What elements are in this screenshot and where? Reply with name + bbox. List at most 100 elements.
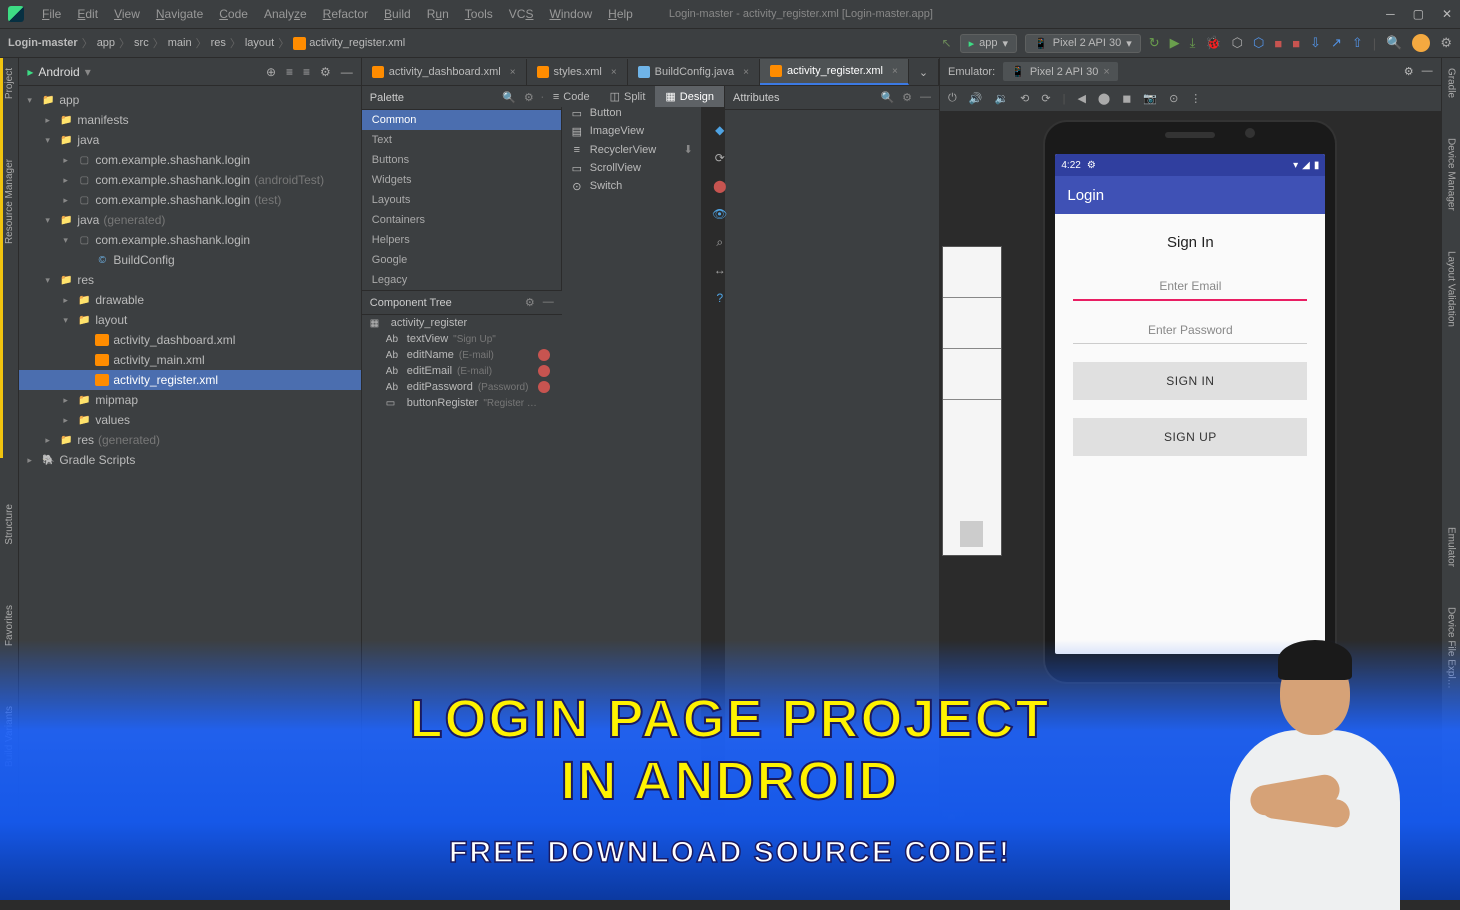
emu-volup-icon[interactable]: 🔊 bbox=[969, 92, 983, 105]
tree-row-activity-register-xml[interactable]: activity_register.xml bbox=[19, 370, 360, 390]
ct-editEmail[interactable]: AbeditEmail (E-mail) bbox=[362, 363, 562, 379]
menu-view[interactable]: View bbox=[108, 5, 146, 23]
emu-rotleft-icon[interactable]: ⟲ bbox=[1020, 92, 1029, 105]
emu-record-icon[interactable]: ⊙ bbox=[1169, 92, 1178, 105]
coverage-icon[interactable]: ⬡ bbox=[1232, 35, 1243, 51]
tree-row-com-example-shashank-login[interactable]: ▸▢com.example.shashank.login (test) bbox=[19, 190, 360, 210]
palette-cat-widgets[interactable]: Widgets bbox=[362, 170, 561, 190]
emu-power-icon[interactable]: ⏻ bbox=[948, 92, 957, 105]
tree-row-layout[interactable]: ▾📁layout bbox=[19, 310, 360, 330]
help-icon[interactable]: ? bbox=[710, 288, 730, 308]
menu-window[interactable]: Window bbox=[543, 5, 598, 23]
palette-settings-icon[interactable]: ⚙ bbox=[524, 91, 534, 104]
bc-6[interactable]: activity_register.xml bbox=[293, 37, 405, 50]
minimize-icon[interactable]: ─ bbox=[1386, 7, 1395, 21]
palette-item-recyclerview[interactable]: ≡RecyclerView⬇ bbox=[562, 140, 701, 159]
bc-2[interactable]: src bbox=[134, 37, 149, 49]
bc-0[interactable]: Login-master bbox=[8, 37, 78, 49]
run-icon[interactable]: ▶ bbox=[1170, 35, 1180, 51]
stop-icon[interactable]: ■ bbox=[1274, 36, 1282, 51]
tree-row-app[interactable]: ▾📁app bbox=[19, 90, 360, 110]
emu-home-icon[interactable]: ⬤ bbox=[1098, 92, 1110, 105]
palette-item-imageview[interactable]: ▤ImageView bbox=[562, 122, 701, 140]
collapse-all-icon[interactable]: ≡ bbox=[303, 65, 310, 79]
tree-row-activity-dashboard-xml[interactable]: activity_dashboard.xml bbox=[19, 330, 360, 350]
tree-row-mipmap[interactable]: ▸📁mipmap bbox=[19, 390, 360, 410]
attach-icon[interactable]: ⬡ bbox=[1253, 35, 1264, 51]
palette-cat-containers[interactable]: Containers bbox=[362, 210, 561, 230]
bc-3[interactable]: main bbox=[168, 37, 192, 49]
orientation-icon[interactable]: ⟳ bbox=[710, 148, 730, 168]
menu-refactor[interactable]: Refactor bbox=[317, 5, 374, 23]
rail-emulator[interactable]: Emulator bbox=[1445, 527, 1456, 567]
settings-icon[interactable]: ⚙ bbox=[1440, 35, 1452, 51]
rail-layout-validation[interactable]: Layout Validation bbox=[1445, 251, 1456, 327]
mode-split[interactable]: ◫ Split bbox=[600, 86, 656, 107]
menu-edit[interactable]: Edit bbox=[71, 5, 104, 23]
tree-row-Gradle-Scripts[interactable]: ▸🐘Gradle Scripts bbox=[19, 450, 360, 470]
attr-settings-icon[interactable]: ⚙ bbox=[902, 91, 912, 104]
more-icon[interactable]: ■ bbox=[1292, 36, 1300, 51]
tab-activity-register-xml[interactable]: activity_register.xml× bbox=[760, 59, 909, 85]
emu-rotright-icon[interactable]: ⟳ bbox=[1041, 92, 1050, 105]
rail-device-manager[interactable]: Device Manager bbox=[1445, 138, 1456, 211]
git-push-icon[interactable]: ⇧ bbox=[1352, 35, 1363, 51]
emu-screenshot-icon[interactable]: 📷 bbox=[1143, 92, 1157, 105]
bc-4[interactable]: res bbox=[211, 37, 226, 49]
tree-row-res[interactable]: ▸📁res (generated) bbox=[19, 430, 360, 450]
ct-buttonRegister[interactable]: ▭buttonRegister "Register … bbox=[362, 395, 562, 411]
tree-row-java[interactable]: ▾📁java bbox=[19, 130, 360, 150]
email-field[interactable]: Enter Email bbox=[1073, 275, 1307, 301]
tree-row-drawable[interactable]: ▸📁drawable bbox=[19, 290, 360, 310]
menu-analyze[interactable]: Analyze bbox=[258, 5, 313, 23]
emu-more-icon[interactable]: ⋮ bbox=[1190, 92, 1201, 105]
add-config-icon[interactable]: ↖ bbox=[942, 36, 952, 50]
component-tree[interactable]: ▦activity_registerAbtextView "Sign Up"Ab… bbox=[362, 315, 562, 411]
default-margin-icon[interactable]: ↔ bbox=[710, 260, 730, 280]
palette-cat-google[interactable]: Google bbox=[362, 250, 561, 270]
eye-icon[interactable]: 👁 bbox=[710, 204, 730, 224]
device-selector[interactable]: 📱Pixel 2 API 30▾ bbox=[1025, 34, 1141, 53]
ct-settings-icon[interactable]: ⚙ bbox=[525, 296, 535, 309]
layout-preview[interactable] bbox=[942, 246, 1002, 556]
rail-project[interactable]: Project bbox=[4, 68, 15, 99]
project-view-mode[interactable]: Android bbox=[38, 65, 79, 79]
tree-row-com-example-shashank-login[interactable]: ▸▢com.example.shashank.login bbox=[19, 150, 360, 170]
menu-tools[interactable]: Tools bbox=[459, 5, 499, 23]
tab-styles-xml[interactable]: styles.xml× bbox=[527, 59, 628, 85]
rail-structure[interactable]: Structure bbox=[4, 504, 15, 545]
tab-BuildConfig-java[interactable]: BuildConfig.java× bbox=[628, 59, 760, 85]
password-field[interactable]: Enter Password bbox=[1073, 319, 1307, 344]
rail-gradle[interactable]: Gradle bbox=[1445, 68, 1456, 98]
maximize-icon[interactable]: ▢ bbox=[1413, 7, 1424, 21]
git-update-icon[interactable]: ⇩ bbox=[1310, 35, 1321, 51]
emu-settings-icon[interactable]: ⚙ bbox=[1404, 65, 1414, 78]
ct-hide-icon[interactable]: — bbox=[543, 296, 554, 309]
profile-icon[interactable]: 🐞 bbox=[1205, 35, 1221, 51]
emu-hide-icon[interactable]: — bbox=[1422, 65, 1433, 78]
menu-run[interactable]: Run bbox=[421, 5, 455, 23]
palette-cat-text[interactable]: Text bbox=[362, 130, 561, 150]
bc-1[interactable]: app bbox=[97, 37, 115, 49]
debug-icon[interactable]: ⤓ bbox=[1190, 35, 1196, 51]
palette-cat-layouts[interactable]: Layouts bbox=[362, 190, 561, 210]
tree-row-activity-main-xml[interactable]: activity_main.xml bbox=[19, 350, 360, 370]
tab-activity-dashboard-xml[interactable]: activity_dashboard.xml× bbox=[362, 59, 527, 85]
mode-design[interactable]: ▦ Design bbox=[655, 86, 724, 107]
close-icon[interactable]: ✕ bbox=[1442, 7, 1452, 21]
tree-row-java[interactable]: ▾📁java (generated) bbox=[19, 210, 360, 230]
palette-search-icon[interactable]: 🔍 bbox=[502, 91, 516, 104]
menu-navigate[interactable]: Navigate bbox=[150, 5, 209, 23]
emulator-tab[interactable]: 📱Pixel 2 API 30× bbox=[1003, 62, 1118, 81]
tabs-dropdown[interactable]: ⌄ bbox=[909, 59, 939, 85]
palette-cat-common[interactable]: Common bbox=[362, 110, 561, 130]
pane-settings-icon[interactable]: ⚙ bbox=[320, 65, 331, 79]
attr-hide-icon[interactable]: — bbox=[920, 91, 931, 104]
tree-row-com-example-shashank-login[interactable]: ▾▢com.example.shashank.login bbox=[19, 230, 360, 250]
emu-back-icon[interactable]: ◀ bbox=[1077, 92, 1085, 105]
search-icon[interactable]: 🔍 bbox=[1386, 35, 1402, 51]
palette-item-switch[interactable]: ⊙Switch bbox=[562, 177, 701, 195]
palette-item-scrollview[interactable]: ▭ScrollView bbox=[562, 159, 701, 177]
attr-search-icon[interactable]: 🔍 bbox=[880, 91, 894, 104]
menu-help[interactable]: Help bbox=[602, 5, 639, 23]
